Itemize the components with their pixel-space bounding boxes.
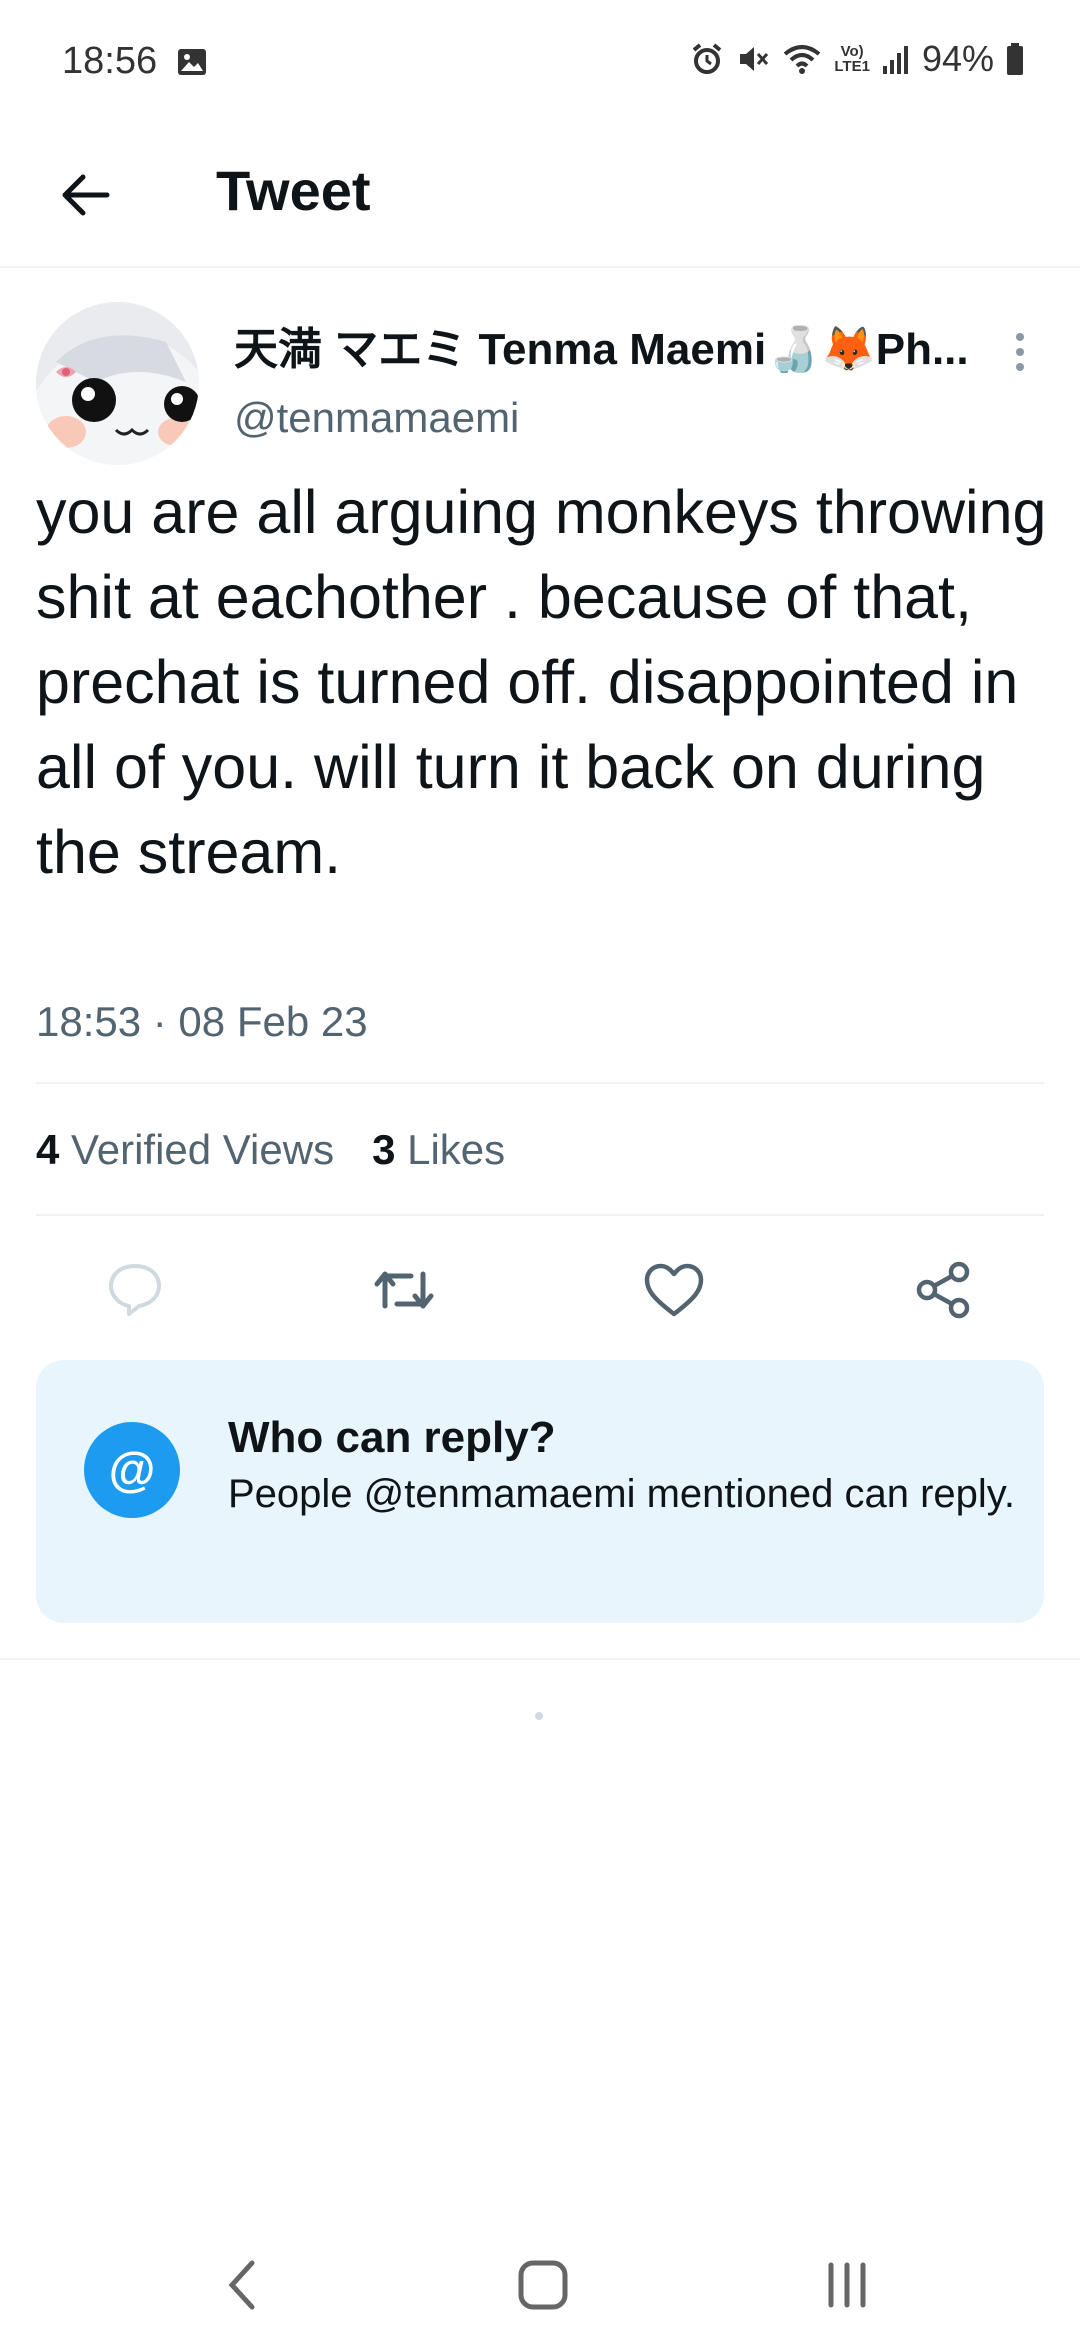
more-dot [1016, 348, 1024, 356]
wifi-icon [782, 42, 822, 76]
page-title: Tweet [216, 159, 371, 222]
tweet-actions [0, 1245, 1080, 1335]
battery-percent: 94% [921, 38, 994, 79]
reply-button[interactable] [90, 1245, 180, 1335]
likes-count: 3 [372, 1126, 396, 1173]
views-stat[interactable]: 4 Verified Views [36, 1122, 334, 1178]
tweet-stats: 4 Verified Views 3 Likes [36, 1122, 505, 1178]
network-type: Vo) LTE1 [834, 44, 870, 74]
app-header: Tweet [0, 125, 1080, 268]
share-button[interactable] [898, 1245, 988, 1335]
views-label: Verified Views [71, 1126, 335, 1173]
network-label-top: Vo) [840, 43, 864, 60]
more-dot [1016, 363, 1024, 371]
author-handle[interactable]: @tenmamaemi [234, 390, 519, 446]
nav-back-button[interactable] [197, 2240, 287, 2330]
divider [36, 1214, 1044, 1216]
author-name[interactable]: 天満 マエミ Tenma Maemi🍶🦊Ph... [234, 322, 974, 378]
gallery-icon [177, 48, 207, 76]
retweet-icon [374, 1271, 434, 1309]
chevron-left-icon [228, 2260, 255, 2310]
loading-indicator [535, 1712, 543, 1720]
reply-card-description: People @tenmamaemi mentioned can reply. [228, 1472, 1015, 1516]
back-button[interactable] [40, 155, 130, 235]
like-icon [644, 1263, 704, 1317]
retweet-button[interactable] [359, 1245, 449, 1335]
views-count: 4 [36, 1126, 60, 1173]
likes-stat[interactable]: 3 Likes [372, 1122, 505, 1178]
at-icon: @ [84, 1422, 180, 1518]
arrow-left-icon [62, 174, 110, 216]
share-icon [916, 1261, 970, 1319]
alarm-icon [690, 42, 724, 76]
signal-icon [882, 42, 910, 76]
avatar[interactable] [36, 302, 199, 465]
nav-home-button[interactable] [498, 2240, 588, 2330]
system-nav-bar [0, 2220, 1080, 2340]
tweet-timestamp: 18:53 · 08 Feb 23 [36, 998, 368, 1045]
status-time: 18:56 [62, 40, 158, 82]
home-square-icon [518, 2260, 568, 2310]
recents-icon [828, 2262, 866, 2308]
divider [36, 1082, 1044, 1084]
network-label-bottom: LTE1 [834, 58, 870, 75]
likes-label: Likes [407, 1126, 506, 1173]
divider [0, 1658, 1080, 1660]
reply-icon [109, 1264, 161, 1316]
tweet-text: you are all arguing monkeys throwing shi… [36, 478, 1047, 886]
reply-card-title: Who can reply? [228, 1413, 556, 1462]
nav-recents-button[interactable] [802, 2240, 892, 2330]
mute-icon [736, 42, 770, 76]
more-options-button[interactable] [1000, 322, 1040, 382]
who-can-reply-card: @ Who can reply? People @tenmamaemi ment… [36, 1360, 1044, 1623]
like-button[interactable] [629, 1245, 719, 1335]
battery-icon [1006, 42, 1024, 76]
more-dot [1016, 333, 1024, 341]
status-bar: 18:56 Vo) LTE1 94% [0, 0, 1080, 125]
